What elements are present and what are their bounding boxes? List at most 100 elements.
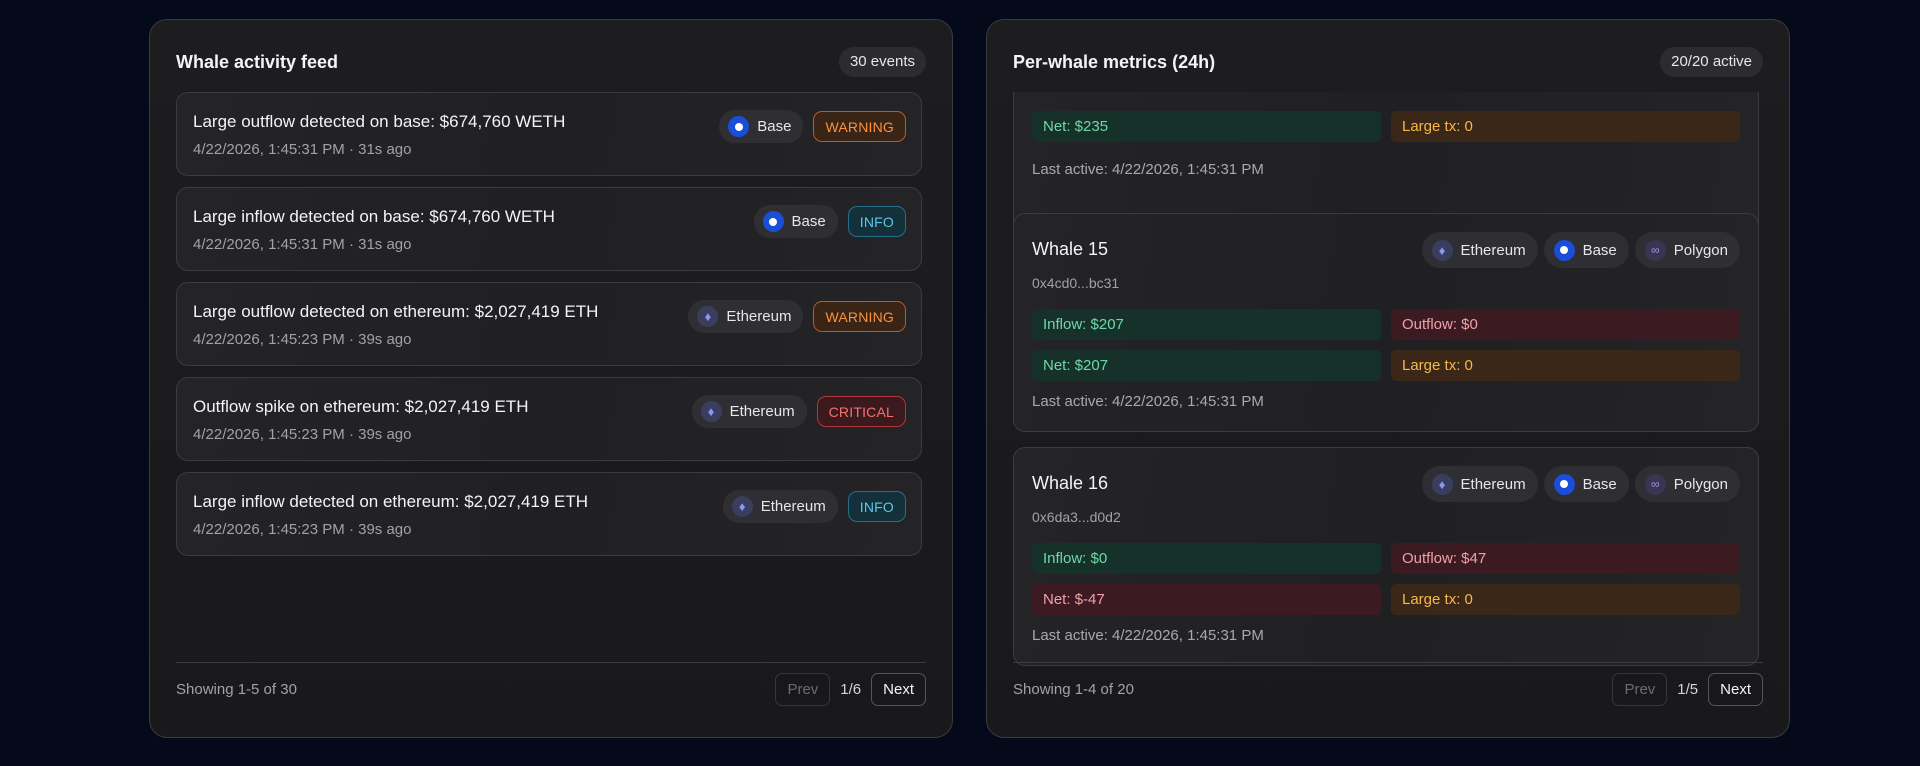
severity-badge-info: INFO — [847, 206, 906, 237]
chain-label: Ethereum — [726, 308, 792, 325]
whale-card: Whale 15 0x4cd0...bc31 ♦ Ethereum Base ∞… — [1013, 213, 1759, 432]
outflow-stat: Outflow: $47 — [1391, 543, 1740, 574]
feed-event-count: 30 events — [838, 47, 926, 77]
feed-item-timestamp: 4/22/2026, 1:45:23 PM · 39s ago — [193, 426, 412, 443]
chain-chip-base: Base — [1543, 466, 1629, 502]
ethereum-icon: ♦ — [731, 496, 753, 517]
chain-label: Polygon — [1673, 241, 1728, 259]
chain-label: Ethereum — [1460, 475, 1526, 493]
feed-item-title: Outflow spike on ethereum: $2,027,419 ET… — [193, 397, 529, 416]
net-stat: Net: $-47 — [1032, 584, 1381, 615]
chain-label: Base — [757, 118, 792, 135]
outflow-stat: Outflow: $0 — [1391, 309, 1740, 340]
chain-label: Ethereum — [729, 403, 795, 420]
net-stat: Net: $235 — [1032, 111, 1381, 142]
feed-item-title: Large outflow detected on base: $674,760… — [193, 112, 566, 131]
page-indicator: 1/6 — [840, 681, 862, 698]
feed-item-badges: ♦ Ethereum WARNING — [688, 300, 906, 333]
ethereum-icon: ♦ — [700, 401, 722, 422]
whale-stats: Net: $235 Large tx: 0 — [1032, 111, 1742, 142]
inflow-stat: Inflow: $0 — [1032, 543, 1381, 574]
metrics-header: Per-whale metrics (24h) 20/20 active — [1013, 47, 1763, 77]
chain-chip-base: Base — [719, 110, 804, 143]
chain-label: Ethereum — [760, 498, 826, 515]
next-button[interactable]: Next — [871, 673, 926, 706]
feed-item-timestamp: 4/22/2026, 1:45:23 PM · 39s ago — [193, 521, 412, 538]
ethereum-icon: ♦ — [697, 306, 719, 327]
whale-chains: ♦ Ethereum Base ∞ Polygon — [1421, 232, 1740, 268]
whale-stats: Inflow: $207 Outflow: $0 Net: $207 Large… — [1032, 309, 1742, 381]
feed-item-badges: Base WARNING — [719, 110, 906, 143]
chain-label: Base — [1582, 475, 1617, 493]
feed-item-timestamp: 4/22/2026, 1:45:23 PM · 39s ago — [193, 331, 412, 348]
feed-item-title: Large inflow detected on ethereum: $2,02… — [193, 492, 589, 511]
metrics-showing-text: Showing 1-4 of 20 — [1013, 681, 1134, 698]
pager: Prev 1/5 Next — [1612, 673, 1763, 706]
prev-button[interactable]: Prev — [775, 673, 831, 706]
last-active: Last active: 4/22/2026, 1:45:31 PM — [1032, 161, 1264, 178]
feed-pagination: Showing 1-5 of 30 Prev 1/6 Next — [176, 662, 926, 715]
chain-chip-ethereum: ♦ Ethereum — [1421, 466, 1538, 502]
chain-label: Ethereum — [1460, 241, 1526, 259]
feed-item-timestamp: 4/22/2026, 1:45:31 PM · 31s ago — [193, 141, 412, 158]
base-icon — [1553, 473, 1575, 495]
metrics-pagination: Showing 1-4 of 20 Prev 1/5 Next — [1013, 662, 1763, 715]
severity-badge-critical: CRITICAL — [816, 396, 906, 427]
metrics-active-count: 20/20 active — [1660, 47, 1763, 77]
feed-item[interactable]: Large outflow detected on ethereum: $2,0… — [176, 282, 922, 366]
per-whale-metrics-panel: Per-whale metrics (24h) 20/20 active Net… — [986, 19, 1790, 738]
polygon-icon: ∞ — [1644, 239, 1666, 261]
whale-activity-feed-panel: Whale activity feed 30 events Large outf… — [149, 19, 953, 738]
net-stat: Net: $207 — [1032, 350, 1381, 381]
chain-label: Base — [1582, 241, 1617, 259]
chain-chip-base: Base — [753, 205, 838, 238]
chain-label: Base — [791, 213, 826, 230]
feed-item-badges: ♦ Ethereum CRITICAL — [691, 395, 906, 428]
chain-chip-ethereum: ♦ Ethereum — [1421, 232, 1538, 268]
chain-chip-polygon: ∞ Polygon — [1634, 466, 1740, 502]
feed-item[interactable]: Large inflow detected on base: $674,760 … — [176, 187, 922, 271]
feed-item-badges: ♦ Ethereum INFO — [722, 490, 906, 523]
page-indicator: 1/5 — [1677, 681, 1699, 698]
large-tx-stat: Large tx: 0 — [1391, 111, 1740, 142]
whale-address: 0x6da3...d0d2 — [1032, 509, 1121, 525]
severity-badge-warning: WARNING — [813, 301, 906, 332]
feed-item-timestamp: 4/22/2026, 1:45:31 PM · 31s ago — [193, 236, 412, 253]
feed-item[interactable]: Large outflow detected on base: $674,760… — [176, 92, 922, 176]
prev-button[interactable]: Prev — [1612, 673, 1668, 706]
whale-card: Whale 16 0x6da3...d0d2 ♦ Ethereum Base ∞… — [1013, 447, 1759, 666]
feed-showing-text: Showing 1-5 of 30 — [176, 681, 297, 698]
base-icon — [1553, 239, 1575, 261]
feed-item[interactable]: Large inflow detected on ethereum: $2,02… — [176, 472, 922, 556]
last-active: Last active: 4/22/2026, 1:45:31 PM — [1032, 627, 1264, 644]
feed-item-title: Large outflow detected on ethereum: $2,0… — [193, 302, 599, 321]
whale-address: 0x4cd0...bc31 — [1032, 275, 1120, 291]
whale-chains: ♦ Ethereum Base ∞ Polygon — [1421, 466, 1740, 502]
base-icon — [728, 116, 750, 137]
whale-stats: Inflow: $0 Outflow: $47 Net: $-47 Large … — [1032, 543, 1742, 615]
feed-header: Whale activity feed 30 events — [176, 47, 926, 77]
chain-chip-base: Base — [1543, 232, 1629, 268]
chain-chip-ethereum: ♦ Ethereum — [691, 395, 807, 428]
metrics-scroll-area[interactable]: Net: $235 Large tx: 0 Last active: 4/22/… — [1013, 92, 1759, 670]
feed-item-title: Large inflow detected on base: $674,760 … — [193, 207, 555, 226]
pager: Prev 1/6 Next — [775, 673, 926, 706]
feed-item-badges: Base INFO — [753, 205, 906, 238]
ethereum-icon: ♦ — [1431, 473, 1453, 495]
ethereum-icon: ♦ — [1431, 239, 1453, 261]
next-button[interactable]: Next — [1708, 673, 1763, 706]
feed-item[interactable]: Outflow spike on ethereum: $2,027,419 ET… — [176, 377, 922, 461]
chain-label: Polygon — [1673, 475, 1728, 493]
inflow-stat: Inflow: $207 — [1032, 309, 1381, 340]
chain-chip-polygon: ∞ Polygon — [1634, 232, 1740, 268]
whale-name: Whale 15 — [1032, 239, 1109, 259]
metrics-title: Per-whale metrics (24h) — [1013, 51, 1216, 72]
severity-badge-warning: WARNING — [813, 111, 906, 142]
whale-name: Whale 16 — [1032, 473, 1109, 493]
feed-title: Whale activity feed — [176, 51, 339, 72]
severity-badge-info: INFO — [847, 491, 906, 522]
chain-chip-ethereum: ♦ Ethereum — [688, 300, 804, 333]
large-tx-stat: Large tx: 0 — [1391, 584, 1740, 615]
large-tx-stat: Large tx: 0 — [1391, 350, 1740, 381]
feed-list: Large outflow detected on base: $674,760… — [176, 92, 922, 567]
